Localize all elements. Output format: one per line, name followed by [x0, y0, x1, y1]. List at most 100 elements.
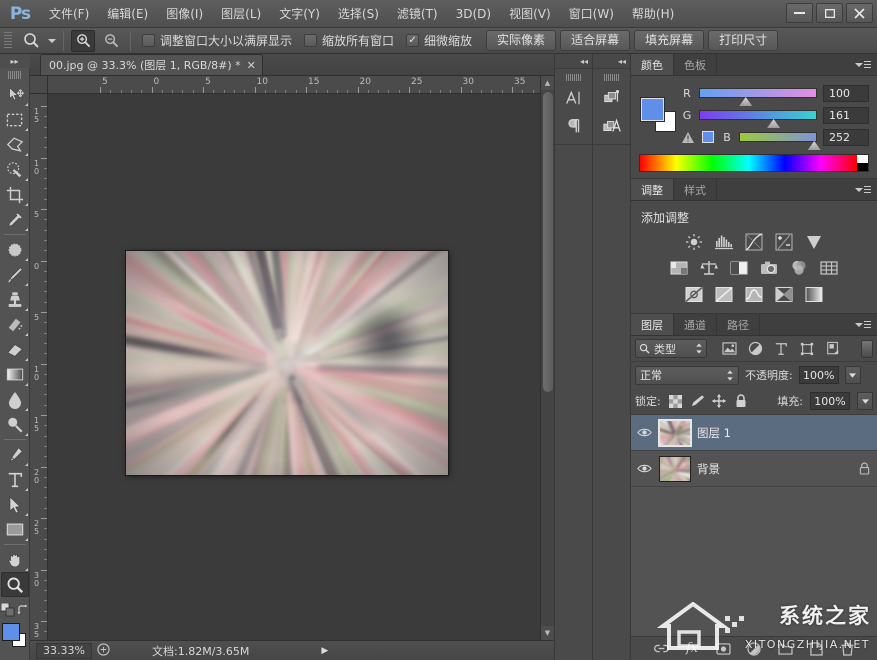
crop-tool[interactable] [1, 182, 29, 207]
checkbox-box[interactable] [304, 34, 317, 47]
vibrance-icon[interactable] [803, 232, 825, 252]
menu-3d[interactable]: 3D(D) [447, 3, 500, 25]
slider-track-b[interactable] [739, 132, 817, 142]
shape-tool[interactable] [1, 517, 29, 542]
current-tool-icon[interactable] [18, 30, 44, 52]
tab-channels[interactable]: 通道 [674, 314, 717, 335]
fill-screen-button[interactable]: 填充屏幕 [634, 30, 704, 51]
layer-row-1[interactable]: 图层 1 [631, 415, 877, 451]
toolbox-collapse-icon[interactable]: ▸▸ [0, 54, 30, 68]
zoom-level-field[interactable]: 33.33% [36, 643, 92, 659]
black-white-icon[interactable] [728, 258, 750, 278]
filter-shape-icon[interactable] [794, 339, 820, 359]
hand-tool[interactable] [1, 547, 29, 572]
marquee-tool[interactable] [1, 107, 29, 132]
menu-select[interactable]: 选择(S) [329, 3, 388, 25]
hue-saturation-icon[interactable] [668, 258, 690, 278]
image-artboard[interactable] [126, 251, 448, 475]
foreground-color-swatch[interactable] [2, 623, 20, 641]
menu-layer[interactable]: 图层(L) [212, 3, 270, 25]
eraser-tool[interactable] [1, 337, 29, 362]
dock-collapse-icon[interactable]: ◂◂ [555, 54, 592, 69]
resize-windows-to-fit-checkbox[interactable]: 调整窗口大小以满屏显示 [138, 32, 296, 49]
ruler-corner[interactable] [30, 76, 48, 94]
pen-tool[interactable] [1, 442, 29, 467]
opacity-value[interactable]: 100% [799, 366, 839, 384]
fill-value[interactable]: 100% [810, 392, 850, 410]
character-panel-icon[interactable] [559, 84, 589, 112]
exposure-icon[interactable] [773, 232, 795, 252]
dodge-tool[interactable] [1, 412, 29, 437]
filter-power-toggle[interactable] [861, 340, 873, 358]
close-button[interactable] [846, 3, 873, 23]
document-tab[interactable]: 00.jpg @ 33.3% (图层 1, RGB/8#) * ✕ [40, 54, 263, 75]
dock-grip[interactable] [566, 74, 582, 81]
stepper-arrows-icon[interactable] [695, 343, 703, 354]
scroll-down-arrow-icon[interactable]: ▼ [541, 626, 555, 640]
checkbox-box[interactable] [142, 34, 155, 47]
channel-value-b[interactable]: 252 [823, 129, 869, 146]
history-brush-tool[interactable] [1, 312, 29, 337]
spot-healing-tool[interactable] [1, 237, 29, 262]
menu-edit[interactable]: 编辑(E) [98, 3, 157, 25]
selective-color-icon[interactable] [773, 284, 795, 304]
channel-value-r[interactable]: 100 [823, 85, 869, 102]
new-group-icon[interactable] [776, 640, 794, 658]
lock-transparent-pixels-icon[interactable] [668, 394, 683, 409]
tab-swatches[interactable]: 色板 [674, 54, 717, 75]
web-safe-color-swatch[interactable] [701, 131, 715, 143]
layer-style-fx-icon[interactable]: fx [683, 640, 701, 658]
curves-icon[interactable] [743, 232, 765, 252]
color-lookup-icon[interactable] [818, 258, 840, 278]
color-foreground-swatch[interactable] [641, 98, 664, 121]
minimize-button[interactable] [786, 3, 813, 23]
gamut-warning-icon[interactable] [681, 132, 695, 143]
path-selection-tool[interactable] [1, 492, 29, 517]
slider-track-r[interactable] [699, 88, 817, 98]
blend-mode-select[interactable]: 正常 [635, 366, 739, 385]
scrollbar-thumb[interactable] [543, 92, 553, 392]
layer-visibility-eye-icon[interactable] [635, 427, 653, 438]
close-tab-icon[interactable]: ✕ [247, 60, 256, 71]
menu-window[interactable]: 窗口(W) [560, 3, 623, 25]
status-menu-arrow-icon[interactable]: ▶ [321, 646, 328, 656]
dock-grip-2[interactable] [604, 74, 620, 81]
clone-stamp-tool[interactable] [1, 287, 29, 312]
channel-mixer-icon[interactable] [788, 258, 810, 278]
actual-pixels-button[interactable]: 实际像素 [486, 30, 556, 51]
layer-visibility-eye-icon[interactable] [635, 463, 653, 474]
quick-selection-tool[interactable] [1, 157, 29, 182]
slider-knob-g[interactable] [767, 119, 780, 128]
color-balance-icon[interactable] [698, 258, 720, 278]
filter-smart-object-icon[interactable] [820, 339, 846, 359]
layer-comps-icon[interactable] [597, 84, 627, 112]
vertical-ruler[interactable]: 1510505101520253035 [30, 94, 48, 640]
menu-file[interactable]: 文件(F) [40, 3, 98, 25]
menu-image[interactable]: 图像(I) [157, 3, 212, 25]
canvas-viewport[interactable] [48, 94, 540, 640]
scroll-up-arrow-icon[interactable]: ▲ [541, 76, 555, 90]
menu-type[interactable]: 文字(Y) [270, 3, 329, 25]
blur-tool[interactable] [1, 387, 29, 412]
status-preview-icon[interactable] [92, 643, 114, 659]
type-tool[interactable] [1, 467, 29, 492]
fill-dropdown-icon[interactable] [857, 392, 873, 410]
layer-row-2[interactable]: 背景 [631, 451, 877, 487]
spectrum-bar[interactable] [640, 155, 857, 171]
default-colors-icon[interactable] [1, 603, 15, 617]
photo-filter-icon[interactable] [758, 258, 780, 278]
new-layer-icon[interactable] [807, 640, 825, 658]
menu-view[interactable]: 视图(V) [500, 3, 560, 25]
horizontal-ruler[interactable]: 50510152025303540 [48, 76, 540, 94]
layer-filter-type-select[interactable]: 类型 [635, 339, 707, 358]
threshold-icon[interactable] [743, 284, 765, 304]
tab-color[interactable]: 颜色 [631, 54, 674, 75]
fit-screen-button[interactable]: 适合屏幕 [560, 30, 630, 51]
lock-position-icon[interactable] [712, 394, 727, 409]
layer-thumbnail[interactable] [659, 420, 691, 446]
options-bar-grip[interactable] [4, 32, 12, 50]
canvas-vertical-scrollbar[interactable]: ▲ ▼ [540, 76, 554, 640]
adjustments-panel-menu-icon[interactable] [855, 184, 871, 196]
filter-adjustment-icon[interactable] [742, 339, 768, 359]
brush-tool[interactable] [1, 262, 29, 287]
